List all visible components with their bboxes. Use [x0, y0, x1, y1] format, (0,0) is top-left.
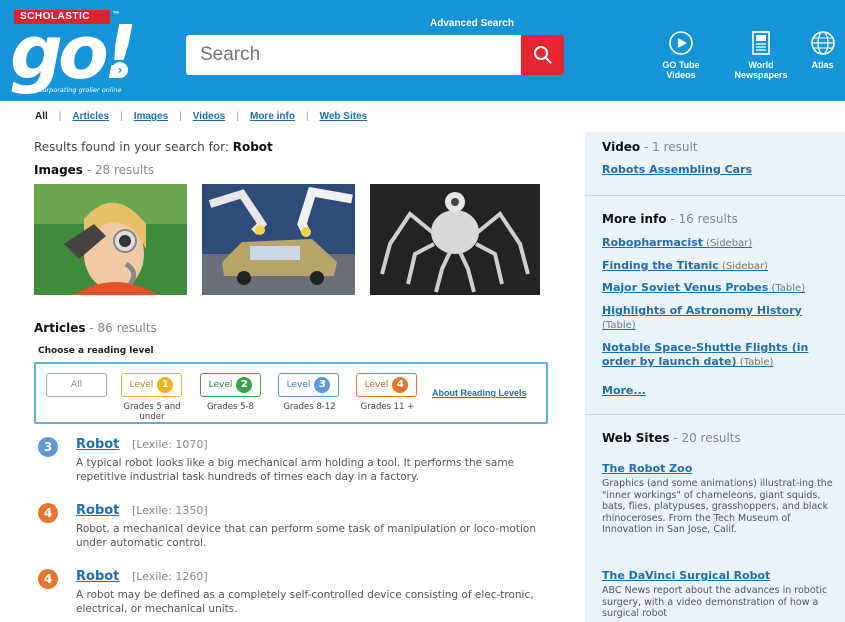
article-summary: A typical robot looks like a big mechani…: [76, 457, 515, 483]
level-4-button[interactable]: Level 4: [356, 373, 417, 397]
more-info-link[interactable]: Notable Space-Shuttle Flights (in order …: [602, 341, 834, 370]
level-3-badge: 3: [314, 377, 331, 393]
tab-web-sites[interactable]: Web Sites: [320, 111, 368, 122]
images-heading: Images - 28 results: [34, 163, 155, 177]
lexile-score: [Lexile: 1350]: [132, 504, 208, 517]
article-title-link[interactable]: Robot: [76, 569, 119, 584]
more-info-more-link[interactable]: More...: [602, 384, 646, 398]
more-info-link[interactable]: Finding the Titanic (Sidebar): [602, 259, 768, 274]
level-3-grades: Grades 8-12: [283, 402, 336, 412]
image-thumbnail[interactable]: [34, 184, 187, 295]
level-2-badge: 2: [236, 377, 253, 393]
article-summary: A robot may be defined as a completely s…: [76, 589, 534, 615]
tab-more-info[interactable]: More info: [250, 111, 295, 122]
article-result: 3 Robot [Lexile: 1070] A typical robot l…: [38, 437, 548, 487]
web-site-description: ABC News report about the advances in ro…: [602, 585, 828, 619]
level-1-button[interactable]: Level 1: [121, 373, 182, 397]
web-site-description: Graphics (and some animations) illustrat…: [602, 478, 833, 535]
video-result-link[interactable]: Robots Assembling Cars: [602, 163, 752, 177]
newspaper-icon: [752, 31, 770, 55]
more-info-link[interactable]: Major Soviet Venus Probes (Table): [602, 281, 805, 296]
search-field[interactable]: [186, 35, 521, 75]
world-newspapers-button[interactable]: World Newspapers: [726, 30, 796, 80]
level-4-grades: Grades 11 +: [360, 402, 415, 412]
search-button[interactable]: [521, 35, 564, 75]
logo-arrow-icon: ›: [112, 62, 128, 78]
more-info-link[interactable]: Highlights of Astronomy History (Table): [602, 304, 834, 333]
video-heading: Video - 1 result: [602, 140, 698, 154]
level-2-button[interactable]: Level 2: [200, 373, 261, 397]
article-summary: Robot, a mechanical device that can perf…: [76, 523, 536, 549]
go-logo[interactable]: go!: [10, 16, 138, 90]
level-3-button[interactable]: Level 3: [278, 373, 339, 397]
tab-images[interactable]: Images: [134, 111, 168, 122]
reading-level-label: Choose a reading level: [38, 346, 154, 356]
level-all-button[interactable]: All: [46, 373, 107, 397]
reading-level-badge: 4: [38, 503, 58, 523]
reading-level-panel: All Level 1 Grades 5 and under Level 2 G…: [34, 362, 548, 424]
level-4-badge: 4: [392, 377, 409, 393]
atlas-button[interactable]: Atlas: [800, 30, 845, 70]
more-info-link[interactable]: Robopharmacist (Sidebar): [602, 236, 752, 251]
search-input[interactable]: [186, 35, 521, 75]
globe-icon: [810, 31, 835, 55]
lexile-score: [Lexile: 1070]: [132, 438, 208, 451]
car-assembly-robots-image: [202, 184, 355, 295]
tab-all[interactable]: All: [35, 111, 48, 122]
sidebar-divider: [585, 414, 845, 415]
reading-level-badge: 3: [38, 437, 58, 457]
image-thumbnail[interactable]: [370, 184, 540, 295]
advanced-search-link[interactable]: Advanced Search: [430, 18, 514, 29]
logo-tagline: incorporating grolier online: [33, 86, 122, 94]
header-bar: SCHOLASTIC ™ go! › incorporating grolier …: [0, 0, 845, 101]
results-summary: Results found in your search for: Robot: [34, 140, 273, 154]
search-query: Robot: [232, 140, 273, 154]
article-title-link[interactable]: Robot: [76, 503, 119, 518]
tab-videos[interactable]: Videos: [193, 111, 226, 122]
result-filter-tabs: All | Articles | Images | Videos | More …: [35, 111, 368, 122]
lexile-score: [Lexile: 1260]: [132, 570, 208, 583]
go-tube-videos-button[interactable]: GO Tube Videos: [646, 30, 716, 80]
results-sidebar: Video - 1 result Robots Assembling Cars …: [585, 132, 845, 622]
web-sites-heading: Web Sites - 20 results: [602, 431, 741, 445]
article-result: 4 Robot [Lexile: 1260] A robot may be de…: [38, 569, 548, 619]
search-icon: [533, 46, 552, 64]
article-result: 4 Robot [Lexile: 1350] Robot, a mechanic…: [38, 503, 548, 553]
hexapod-robot-image: [370, 184, 540, 295]
level-1-badge: 1: [157, 377, 174, 393]
about-reading-levels-link[interactable]: About Reading Levels: [432, 388, 527, 398]
sidebar-divider: [585, 195, 845, 196]
web-site-link[interactable]: The DaVinci Surgical Robot: [602, 569, 770, 583]
girl-with-robot-hand-image: [34, 184, 187, 295]
tab-articles[interactable]: Articles: [72, 111, 109, 122]
play-circle-icon: [669, 31, 693, 55]
more-info-heading: More info - 16 results: [602, 212, 738, 226]
articles-heading: Articles - 86 results: [34, 321, 157, 335]
reading-level-badge: 4: [38, 569, 58, 589]
level-2-grades: Grades 5-8: [207, 402, 254, 412]
level-1-grades: Grades 5 and under: [123, 402, 181, 422]
web-site-link[interactable]: The Robot Zoo: [602, 462, 692, 476]
image-thumbnail[interactable]: [202, 184, 355, 295]
article-title-link[interactable]: Robot: [76, 437, 119, 452]
